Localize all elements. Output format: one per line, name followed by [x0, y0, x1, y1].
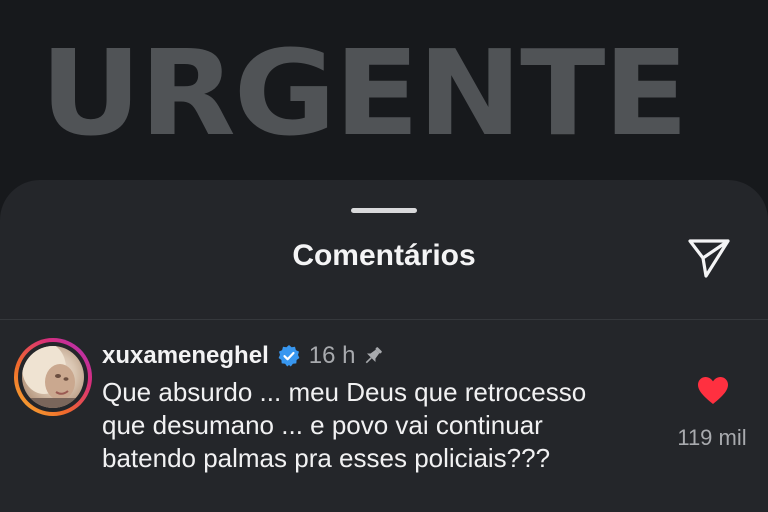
comment-timestamp: 16 h [308, 342, 356, 369]
divider [0, 319, 768, 320]
like-button[interactable] [697, 376, 729, 406]
background-banner: URGENTE [0, 0, 768, 200]
avatar [22, 346, 84, 408]
comment-header: xuxameneghel 16 h [102, 340, 385, 372]
sheet-title: Comentários [292, 239, 476, 272]
sheet-grabber-handle[interactable] [351, 208, 417, 213]
paper-plane-icon [688, 239, 730, 278]
screen: URGENTE Comentários xuxameneghel 16 h Qu… [0, 0, 768, 512]
like-count: 119 mil [677, 425, 747, 450]
comment-username[interactable]: xuxameneghel [102, 341, 269, 371]
comment-body: Que absurdo ... meu Deus que retrocesso … [102, 376, 662, 475]
comment-line: batendo palmas pra esses policiais??? [102, 443, 551, 473]
share-button[interactable] [684, 236, 732, 280]
comments-sheet: Comentários xuxameneghel 16 h Que absurd… [0, 180, 768, 512]
verified-badge-icon [278, 345, 300, 367]
avatar-photo [22, 346, 84, 408]
pin-icon [366, 347, 383, 364]
avatar-story-ring[interactable] [14, 338, 92, 416]
comment-line: que desumano ... e povo vai continuar [102, 410, 543, 440]
heart-icon [698, 377, 728, 404]
banner-headline: URGENTE [40, 24, 689, 162]
comment-line: Que absurdo ... meu Deus que retrocesso [102, 377, 587, 407]
